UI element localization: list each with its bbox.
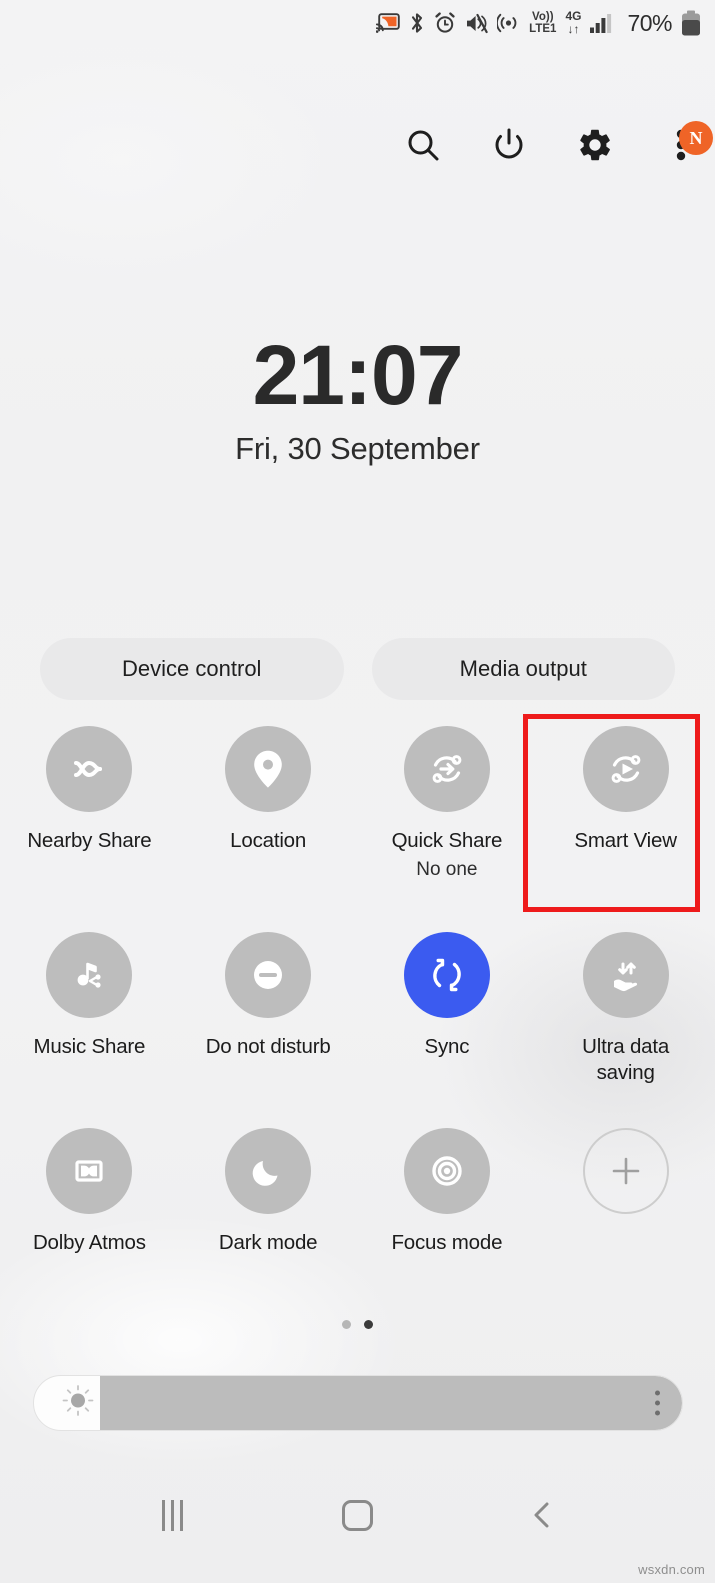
toggle-focus-mode[interactable]: Focus mode bbox=[358, 1128, 537, 1324]
network-type-indicator: 4G ↓↑ bbox=[565, 9, 582, 36]
toggle-add-button[interactable] bbox=[536, 1128, 715, 1324]
toggle-sync[interactable]: Sync bbox=[358, 932, 537, 1128]
quick-toggle-grid: Nearby Share Location Quick Share No one… bbox=[0, 726, 715, 1324]
toggle-label: Music Share bbox=[33, 1035, 146, 1058]
back-icon bbox=[534, 1502, 548, 1528]
battery-icon bbox=[681, 10, 701, 36]
page-dot-1[interactable] bbox=[342, 1320, 351, 1329]
device-control-button[interactable]: Device control bbox=[40, 638, 344, 700]
dolby-atmos-icon bbox=[46, 1128, 133, 1214]
quick-share-icon bbox=[403, 726, 490, 812]
gear-icon bbox=[580, 129, 610, 161]
toggle-label: Dolby Atmos bbox=[32, 1231, 146, 1254]
alarm-icon bbox=[434, 12, 456, 34]
page-dot-2[interactable] bbox=[364, 1320, 373, 1329]
nearby-share-icon bbox=[46, 726, 133, 812]
toggle-label: Smart View bbox=[574, 829, 677, 852]
settings-button[interactable] bbox=[573, 123, 617, 167]
toggle-smart-view[interactable]: Smart View bbox=[536, 726, 715, 932]
do-not-disturb-icon bbox=[225, 932, 312, 1018]
battery-percent-label: 70% bbox=[627, 9, 672, 36]
hotspot-icon bbox=[497, 12, 520, 34]
toggle-location[interactable]: Location bbox=[179, 726, 358, 932]
media-output-button[interactable]: Media output bbox=[371, 638, 675, 700]
recents-button[interactable] bbox=[143, 1485, 203, 1545]
add-button-icon bbox=[582, 1128, 669, 1214]
toggle-music-share[interactable]: Music Share bbox=[0, 932, 179, 1128]
header-action-bar: N bbox=[0, 108, 715, 182]
volte-indicator: Vo)) LTE1 bbox=[529, 10, 557, 35]
music-share-icon bbox=[46, 932, 133, 1018]
location-pin-icon bbox=[225, 726, 312, 812]
toggle-label: Ultra data saving bbox=[582, 1035, 670, 1085]
search-button[interactable] bbox=[401, 123, 445, 167]
brightness-slider[interactable] bbox=[33, 1375, 683, 1431]
clock-date: Fri, 30 September bbox=[235, 431, 480, 466]
avatar[interactable]: N bbox=[679, 121, 713, 155]
bluetooth-icon bbox=[409, 12, 425, 34]
home-icon bbox=[342, 1499, 373, 1531]
toggle-row: Nearby Share Location Quick Share No one… bbox=[0, 726, 715, 932]
toggle-quick-share[interactable]: Quick Share No one bbox=[358, 726, 537, 932]
power-button[interactable] bbox=[487, 123, 531, 167]
clock-time: 21:07 bbox=[252, 328, 464, 422]
toggle-label: Nearby Share bbox=[27, 829, 152, 852]
toggle-label: Sync bbox=[424, 1035, 470, 1058]
power-icon bbox=[495, 128, 523, 159]
sync-icon bbox=[403, 932, 490, 1018]
ultra-data-saving-icon bbox=[582, 932, 669, 1018]
toggle-do-not-disturb[interactable]: Do not disturb bbox=[179, 932, 358, 1128]
mute-icon bbox=[465, 13, 488, 34]
quick-panel-pills: Device control Media output bbox=[40, 638, 675, 700]
signal-bars-icon bbox=[590, 13, 616, 34]
recents-icon bbox=[162, 1499, 183, 1531]
navigation-bar bbox=[0, 1475, 715, 1555]
toggle-sublabel: No one bbox=[416, 859, 478, 881]
screen-cast-icon bbox=[376, 12, 400, 34]
toggle-row: Music Share Do not disturb Sync Ultra da… bbox=[0, 932, 715, 1128]
toggle-nearby-share[interactable]: Nearby Share bbox=[0, 726, 179, 932]
toggle-dark-mode[interactable]: Dark mode bbox=[179, 1128, 358, 1324]
overflow-menu-button[interactable]: N bbox=[659, 121, 713, 167]
status-bar: Vo)) LTE1 4G ↓↑ 70% bbox=[0, 0, 715, 46]
toggle-label: Do not disturb bbox=[205, 1035, 331, 1058]
clock-widget[interactable]: 21:07 Fri, 30 September bbox=[0, 333, 715, 467]
brightness-slider-fill bbox=[100, 1376, 682, 1430]
brightness-options-icon[interactable] bbox=[655, 1390, 660, 1416]
brightness-sun-icon bbox=[61, 1384, 95, 1423]
toggle-row: Dolby Atmos Dark mode Focus mode bbox=[0, 1128, 715, 1324]
toggle-label: Focus mode bbox=[391, 1231, 503, 1254]
quick-settings-panel: Vo)) LTE1 4G ↓↑ 70% N 21:07 Fri, 30 Sept… bbox=[0, 0, 715, 1583]
dark-mode-moon-icon bbox=[225, 1128, 312, 1214]
search-icon bbox=[408, 130, 439, 161]
toggle-ultra-data-saving[interactable]: Ultra data saving bbox=[536, 932, 715, 1128]
toggle-label: Location bbox=[230, 829, 307, 852]
page-indicator[interactable] bbox=[0, 1320, 715, 1329]
home-button[interactable] bbox=[328, 1485, 388, 1545]
watermark: wsxdn.com bbox=[638, 1562, 705, 1577]
focus-mode-icon bbox=[403, 1128, 490, 1214]
toggle-label: Dark mode bbox=[218, 1231, 318, 1254]
toggle-label: Quick Share bbox=[391, 829, 503, 852]
smart-view-icon bbox=[582, 726, 669, 812]
toggle-dolby-atmos[interactable]: Dolby Atmos bbox=[0, 1128, 179, 1324]
back-button[interactable] bbox=[513, 1485, 573, 1545]
